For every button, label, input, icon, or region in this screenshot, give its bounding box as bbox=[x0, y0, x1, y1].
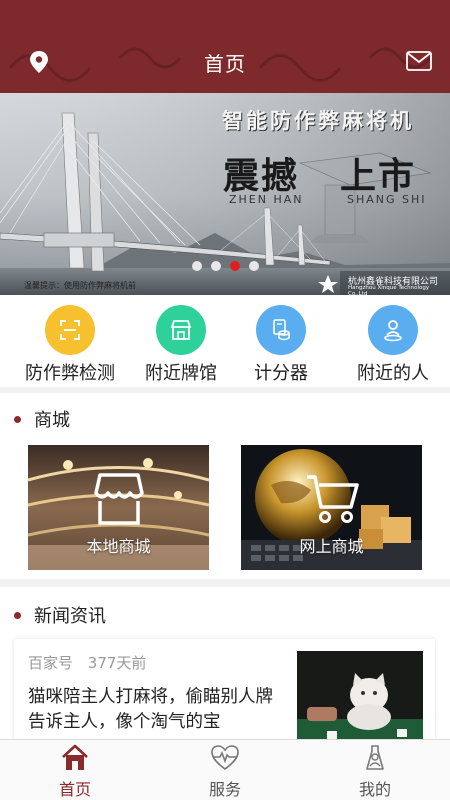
bottom-tab-bar: 首页 服务 我的 bbox=[0, 739, 450, 800]
person-location-icon bbox=[384, 320, 402, 342]
mall-section: 商城 本地商城 网上商城 bbox=[0, 393, 450, 579]
carousel-dot[interactable] bbox=[211, 261, 221, 271]
app-header: 首页 bbox=[0, 0, 450, 93]
cart-icon bbox=[307, 475, 359, 523]
carousel-dot[interactable] bbox=[249, 261, 259, 271]
news-meta: 百家号 377天前 bbox=[28, 652, 156, 673]
mail-icon[interactable] bbox=[406, 51, 432, 71]
quick-icon-circle bbox=[45, 305, 95, 355]
banner-tip: 温馨提示：使用防作弊麻将机前 bbox=[24, 281, 136, 290]
banner-big-left: 震撼 bbox=[223, 156, 300, 197]
local-mall-card[interactable]: 本地商城 bbox=[28, 445, 209, 570]
quick-label: 附近的人 bbox=[357, 363, 429, 384]
section-header: 新闻资讯 bbox=[14, 601, 106, 629]
section-header: 商城 bbox=[14, 405, 70, 433]
banner-pinyin-right: SHANG SHI bbox=[347, 193, 427, 206]
tab-services[interactable]: 服务 bbox=[150, 740, 300, 800]
section-title: 商城 bbox=[34, 410, 70, 431]
news-thumbnail bbox=[297, 651, 423, 739]
tab-home[interactable]: 首页 bbox=[0, 740, 150, 800]
section-bullet bbox=[14, 415, 21, 423]
store-icon bbox=[94, 473, 144, 525]
section-title: 新闻资讯 bbox=[34, 606, 106, 627]
quick-label: 防作弊检测 bbox=[25, 363, 115, 384]
online-mall-card[interactable]: 网上商城 bbox=[241, 445, 422, 570]
quick-anti-cheat[interactable]: 防作弊检测 bbox=[14, 295, 126, 387]
home-icon bbox=[62, 744, 88, 770]
tab-mine[interactable]: 我的 bbox=[300, 740, 450, 800]
carousel-dot[interactable] bbox=[230, 261, 240, 271]
banner-pinyin-left: ZHEN HAN bbox=[229, 193, 304, 206]
coins-icon bbox=[273, 319, 290, 341]
quick-actions: 防作弊检测 附近牌馆 计分器 附近的人 bbox=[0, 295, 450, 387]
quick-icon-circle bbox=[256, 305, 306, 355]
tab-label: 服务 bbox=[208, 780, 241, 799]
scan-icon bbox=[60, 320, 80, 340]
quick-icon-circle bbox=[156, 305, 206, 355]
news-title: 猫咪陪主人打麻将，偷瞄别人牌告诉主人，像个淘气的宝 bbox=[28, 687, 273, 732]
quick-nearby-parlor[interactable]: 附近牌馆 bbox=[125, 295, 237, 387]
quick-label: 计分器 bbox=[254, 363, 308, 384]
carousel-dots bbox=[192, 261, 259, 271]
news-item[interactable]: 百家号 377天前 猫咪陪主人打麻将，偷瞄别人牌告诉主人，像个淘气的宝 bbox=[14, 639, 435, 739]
quick-score-counter[interactable]: 计分器 bbox=[225, 295, 337, 387]
heart-pulse-icon bbox=[211, 745, 239, 770]
shop-icon bbox=[170, 320, 192, 340]
news-section: 新闻资讯 百家号 377天前 猫咪陪主人打麻将，偷瞄别人牌告诉主人，像个淘气的宝 bbox=[0, 587, 450, 739]
promo-banner[interactable]: 智能防作弊麻将机 震撼 上市 ZHEN HAN SHANG SHI 温馨提示：使… bbox=[0, 93, 450, 295]
news-source: 百家号 bbox=[28, 654, 74, 672]
banner-big-right: 上市 bbox=[340, 156, 417, 197]
banner-company-en: Hangzhou Xinque Technology Co.,Ltd bbox=[348, 285, 430, 295]
user-icon bbox=[366, 745, 384, 770]
banner-headline: 智能防作弊麻将机 bbox=[222, 109, 414, 133]
quick-nearby-people[interactable]: 附近的人 bbox=[337, 295, 449, 387]
news-time: 377天前 bbox=[87, 654, 147, 672]
tab-label: 首页 bbox=[58, 780, 91, 799]
card-label: 本地商城 bbox=[86, 537, 151, 556]
quick-label: 附近牌馆 bbox=[145, 363, 217, 384]
tab-label: 我的 bbox=[358, 780, 391, 799]
page-title: 首页 bbox=[204, 52, 246, 76]
section-bullet bbox=[14, 611, 21, 619]
card-label: 网上商城 bbox=[299, 537, 364, 556]
quick-icon-circle bbox=[368, 305, 418, 355]
carousel-dot[interactable] bbox=[192, 261, 202, 271]
